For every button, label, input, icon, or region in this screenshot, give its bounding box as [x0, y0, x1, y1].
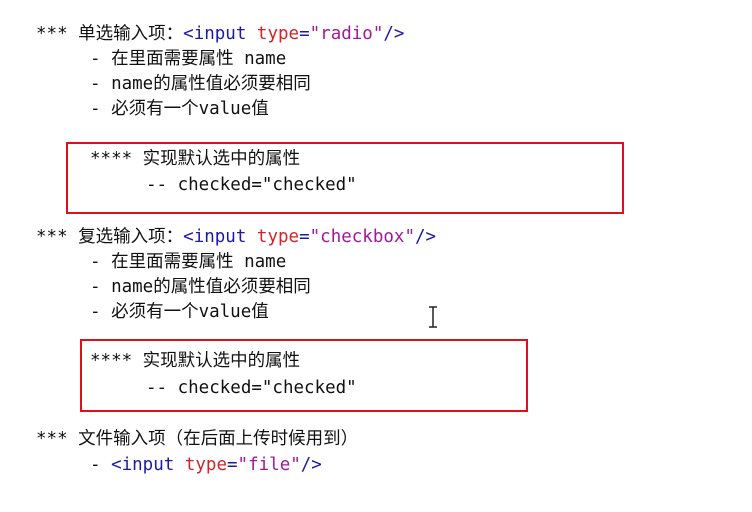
checkbox-note-title: **** 实现默认选中的属性 — [90, 351, 301, 371]
checkbox-code-close: /> — [414, 227, 437, 247]
radio-code-attr: type — [256, 24, 300, 44]
checkbox-heading-text: *** 复选输入项： — [36, 227, 184, 247]
radio-bullet-2: - name的属性值必须要相同 — [90, 74, 311, 94]
checkbox-bullet-3: - 必须有一个value值 — [90, 302, 269, 322]
radio-heading-text: *** 单选输入项： — [36, 24, 184, 44]
checkbox-code-attr: type — [256, 227, 300, 247]
checkbox-code-eq: = — [299, 227, 310, 247]
radio-code-open: <input — [183, 24, 257, 44]
radio-note-title: **** 实现默认选中的属性 — [90, 149, 301, 169]
radio-code-close: /> — [383, 24, 405, 44]
document-page: *** 单选输入项：<input type="radio"/> - 在里面需要属… — [0, 0, 752, 512]
radio-bullet-1: - 在里面需要属性 name — [90, 49, 287, 69]
radio-code-value: "radio" — [309, 24, 384, 44]
text-cursor-icon — [429, 306, 437, 328]
radio-code-eq: = — [299, 24, 310, 44]
checkbox-bullet-1: - 在里面需要属性 name — [90, 252, 287, 272]
file-bullet: - <input type="file"/> — [90, 454, 322, 476]
checkbox-code-open: <input — [183, 227, 257, 247]
checkbox-code-value: "checkbox" — [309, 227, 415, 247]
file-code-close: /> — [300, 455, 322, 475]
file-code-open: <input — [111, 455, 185, 475]
checkbox-note-detail: -- checked="checked" — [146, 378, 357, 398]
file-bullet-prefix: - — [90, 455, 112, 475]
radio-note-detail: -- checked="checked" — [146, 175, 357, 195]
radio-bullet-3: - 必须有一个value值 — [90, 99, 269, 119]
file-code-value: "file" — [237, 455, 301, 475]
checkbox-bullet-2: - name的属性值必须要相同 — [90, 277, 311, 297]
file-heading: *** 文件输入项（在后面上传时候用到） — [36, 429, 359, 449]
checkbox-heading: *** 复选输入项：<input type="checkbox"/> — [36, 226, 436, 248]
radio-heading: *** 单选输入项：<input type="radio"/> — [36, 23, 404, 45]
file-code-eq: = — [227, 455, 238, 475]
file-code-attr: type — [184, 455, 227, 475]
